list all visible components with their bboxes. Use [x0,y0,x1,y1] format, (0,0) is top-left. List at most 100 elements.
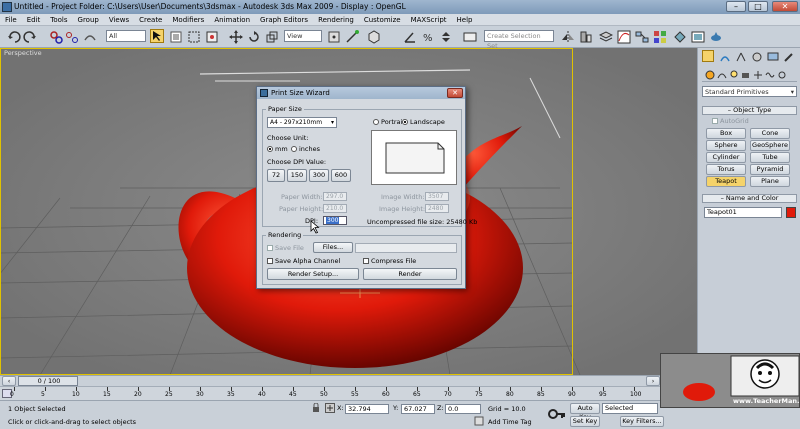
dpi-150-button[interactable]: 150 [287,169,307,182]
teapot-button[interactable]: Teapot [706,176,746,187]
unit-inches-radio[interactable]: inches [291,145,320,153]
absolute-mode-icon[interactable] [325,403,335,413]
app-icon[interactable] [2,2,12,12]
helpers-icon[interactable] [752,69,762,79]
rendered-frame-window-icon[interactable] [690,29,705,43]
menu-tools[interactable]: Tools [45,14,72,25]
select-and-scale-icon[interactable] [264,29,278,43]
dpi-field[interactable]: 300 [323,216,347,225]
name-and-color-rollout[interactable]: – Name and Color [702,194,797,203]
edit-named-selections-icon[interactable] [462,29,477,43]
geosphere-button[interactable]: GeoSphere [750,140,790,151]
reference-coordinate-dropdown[interactable]: View [284,30,322,42]
geometry-icon[interactable] [704,69,715,80]
menu-maxscript[interactable]: MAXScript [406,14,452,25]
menu-modifiers[interactable]: Modifiers [167,14,209,25]
paper-size-dropdown[interactable]: A4 - 297x210mm ▾ [267,117,337,128]
set-keys-key-icon[interactable] [548,405,566,423]
save-alpha-checkbox[interactable]: Save Alpha Channel [267,257,340,265]
portrait-radio[interactable]: Portrait [373,118,405,126]
select-and-link-icon[interactable] [48,29,63,44]
autogrid-checkbox[interactable]: AutoGrid [712,117,749,125]
object-type-rollout[interactable]: – Object Type [702,106,797,115]
sphere-button[interactable]: Sphere [706,140,746,151]
key-mode-dropdown[interactable]: Selected [602,403,658,414]
menu-create[interactable]: Create [134,14,167,25]
set-key-button[interactable]: Set Key [570,416,600,427]
primitive-category-dropdown[interactable]: Standard Primitives ▾ [702,86,797,97]
plane-button[interactable]: Plane [750,176,790,187]
compress-file-checkbox[interactable]: Compress File [363,257,416,265]
pyramid-button[interactable]: Pyramid [750,164,790,175]
files-button[interactable]: Files... [313,242,353,253]
dialog-title-bar[interactable]: Print Size Wizard ✕ [257,87,465,99]
image-width-field[interactable]: 3507 [425,192,449,201]
cameras-icon[interactable] [740,69,750,79]
landscape-radio[interactable]: Landscape [402,118,445,126]
schematic-view-icon[interactable] [634,29,649,43]
viewport-label[interactable]: Perspective [4,49,42,57]
align-icon[interactable] [578,29,592,43]
create-tab-icon[interactable] [702,50,714,62]
menu-group[interactable]: Group [73,14,104,25]
cone-button[interactable]: Cone [750,128,790,139]
dpi-600-button[interactable]: 600 [331,169,351,182]
display-tab-icon[interactable] [766,50,779,62]
angle-snap-icon[interactable] [402,29,416,43]
minimize-button[interactable]: – [726,1,746,12]
material-editor-icon[interactable] [652,29,666,43]
object-name-field[interactable]: Teapot01 [704,207,782,218]
tube-button[interactable]: Tube [750,152,790,163]
render-setup-icon[interactable] [672,29,686,43]
time-slider-prev-icon[interactable]: ‹ [2,376,16,386]
y-coordinate-field[interactable]: 67.027 [401,404,435,414]
save-file-checkbox[interactable]: Save File [267,244,304,252]
menu-rendering[interactable]: Rendering [313,14,359,25]
select-and-manipulate-icon[interactable] [344,29,359,43]
auto-key-button[interactable]: Auto Key [570,403,600,421]
object-color-swatch[interactable] [786,207,796,218]
systems-icon[interactable] [776,69,786,79]
spinner-snap-icon[interactable] [438,29,452,43]
lock-selection-icon[interactable] [312,402,320,413]
unit-mm-radio[interactable]: mm [267,145,288,153]
paper-width-field[interactable]: 297.0 [323,192,347,201]
dialog-close-button[interactable]: ✕ [447,88,463,98]
layer-manager-icon[interactable] [598,29,614,43]
dpi-72-button[interactable]: 72 [267,169,285,182]
space-warps-icon[interactable] [764,69,775,79]
select-and-move-icon[interactable] [228,29,243,44]
select-object-icon[interactable] [150,29,164,43]
menu-graph-editors[interactable]: Graph Editors [255,14,313,25]
mirror-icon[interactable] [560,29,574,43]
output-file-path-field[interactable] [355,243,457,253]
menu-help[interactable]: Help [452,14,478,25]
render-setup-button[interactable]: Render Setup... [267,268,359,280]
paper-height-field[interactable]: 210.0 [323,204,347,213]
time-tag-icon[interactable] [474,416,484,426]
menu-views[interactable]: Views [104,14,134,25]
close-button[interactable]: ✕ [772,1,798,12]
select-and-rotate-icon[interactable] [246,29,260,43]
menu-edit[interactable]: Edit [22,14,46,25]
undo-icon[interactable] [6,29,21,43]
menu-customize[interactable]: Customize [359,14,406,25]
dpi-300-button[interactable]: 300 [309,169,329,182]
window-crossing-icon[interactable] [204,29,218,43]
hierarchy-tab-icon[interactable] [734,50,746,62]
track-bar[interactable]: 0 5 10 15 20 25 30 35 40 45 50 55 60 65 70 75 80 85 90 95 10… [0,386,660,400]
render-button[interactable]: Render [363,268,457,280]
named-selection-sets-dropdown[interactable]: Create Selection Set [484,30,554,50]
time-slider[interactable]: 0 / 100 [18,376,78,386]
select-by-name-icon[interactable] [168,29,182,43]
key-filters-button[interactable]: Key Filters... [620,416,664,427]
quick-render-icon[interactable] [708,29,722,43]
x-coordinate-field[interactable]: 32.794 [345,404,389,414]
redo-icon[interactable] [22,29,36,43]
image-height-field[interactable]: 2480 [425,204,449,213]
menu-animation[interactable]: Animation [209,14,255,25]
cylinder-button[interactable]: Cylinder [706,152,746,163]
z-coordinate-field[interactable]: 0.0 [445,404,481,414]
selection-filter-dropdown[interactable]: All [106,30,146,42]
snaps-toggle-icon[interactable] [366,29,380,44]
